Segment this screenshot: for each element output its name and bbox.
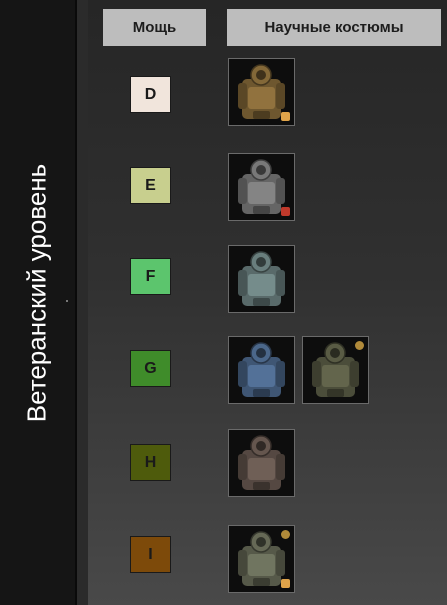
item-marker-icon bbox=[281, 530, 290, 539]
tier-label: H bbox=[144, 453, 157, 471]
tier-label: D bbox=[144, 85, 157, 103]
hazard-suit-blue-icon bbox=[238, 342, 285, 397]
hazard-suit-rust-icon bbox=[238, 435, 285, 490]
tier-badge-e: E bbox=[130, 167, 171, 204]
tier-badge-i: I bbox=[130, 536, 171, 573]
tier-badge-g: G bbox=[130, 350, 171, 387]
tier-badge-f: F bbox=[130, 258, 171, 295]
suit-slot[interactable] bbox=[228, 245, 295, 313]
item-marker-icon bbox=[355, 341, 364, 350]
tier-badge-h: H bbox=[130, 444, 171, 481]
sidebar: Ветеранский уровень bbox=[0, 0, 77, 605]
column-header-power: Мощь bbox=[103, 9, 206, 46]
column-header-suits: Научные костюмы bbox=[227, 9, 441, 46]
item-marker-icon bbox=[281, 112, 290, 121]
tier-label: E bbox=[145, 176, 156, 194]
suit-slot[interactable] bbox=[228, 58, 295, 126]
item-marker-icon bbox=[281, 579, 290, 588]
divider-marker bbox=[66, 300, 68, 302]
item-marker-icon bbox=[281, 207, 290, 216]
tier-label: G bbox=[144, 359, 157, 377]
tier-label: F bbox=[145, 267, 156, 285]
hazard-suit-teal-icon bbox=[238, 251, 285, 306]
suit-slot[interactable] bbox=[228, 336, 295, 404]
sidebar-title: Ветеранский уровень bbox=[21, 163, 52, 423]
suit-slot[interactable] bbox=[228, 153, 295, 221]
tier-badge-d: D bbox=[130, 76, 171, 113]
suit-slot[interactable] bbox=[302, 336, 369, 404]
suit-slot[interactable] bbox=[228, 429, 295, 497]
suit-slot[interactable] bbox=[228, 525, 295, 593]
tier-label: I bbox=[148, 545, 153, 563]
